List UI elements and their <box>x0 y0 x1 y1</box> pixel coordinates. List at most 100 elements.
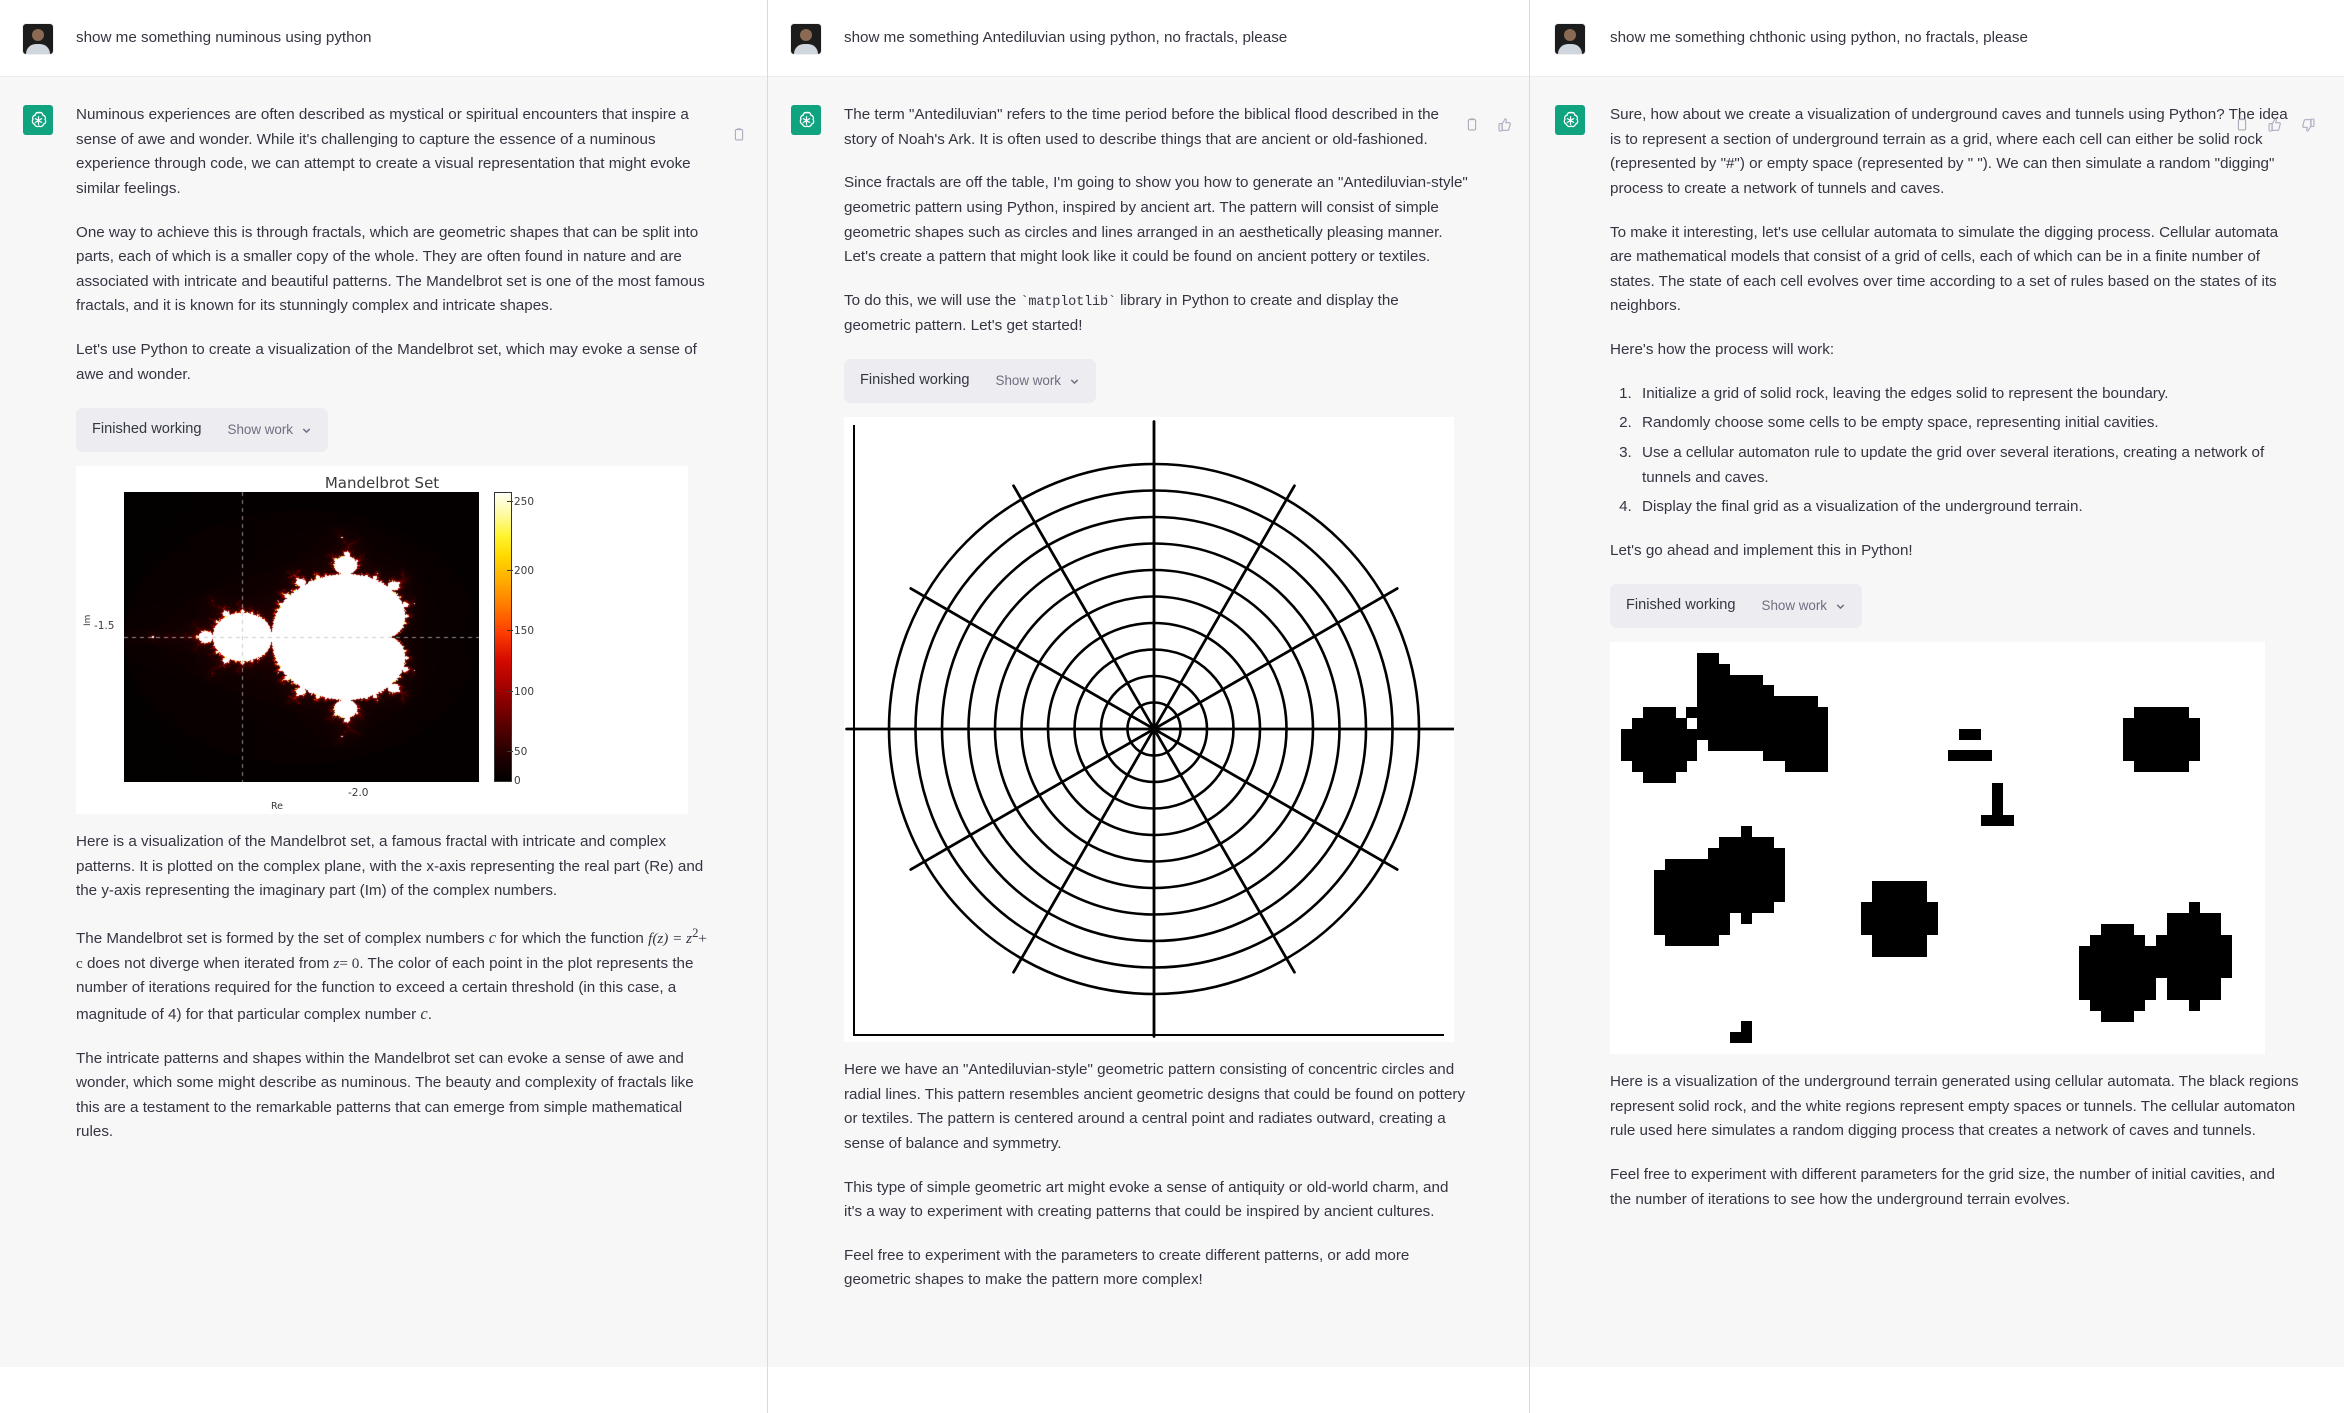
paragraph: Sure, how about we create a visualizatio… <box>1610 106 2288 197</box>
chevron-down-icon <box>1070 379 1079 384</box>
colorbar-tick: 50 <box>514 745 528 758</box>
message-actions <box>1464 117 1513 133</box>
show-work-label: Show work <box>227 422 294 438</box>
show-work-toggle[interactable]: Show work <box>996 370 1081 392</box>
y-axis-tick: -1.5 <box>94 619 115 632</box>
thumbs-up-icon[interactable] <box>1497 117 1513 133</box>
math-z-equals-zero: = 0 <box>339 954 360 972</box>
user-prompt-text: show me something Antediluvian using pyt… <box>844 29 1288 46</box>
list-item: Display the final grid as a visualizatio… <box>1636 495 2300 520</box>
colorbar-dash <box>507 629 513 631</box>
paragraph: Here is a visualization of the undergrou… <box>1610 1073 2299 1140</box>
assistant-message-body: The term "Antediluvian" refers to the ti… <box>844 103 1529 1337</box>
chevron-down-icon <box>302 427 311 433</box>
matplotlib-code-token: `matplotlib` <box>1020 294 1116 310</box>
colorbar-gradient <box>494 491 512 782</box>
paragraph: Here's how the process will work: <box>1610 341 1835 358</box>
paragraph: Let's go ahead and implement this in Pyt… <box>1610 541 1913 559</box>
tool-status-label: Finished working <box>92 421 202 438</box>
paragraph: Feel free to experiment with different p… <box>1610 1165 2275 1208</box>
paragraph: One way to achieve this is through fract… <box>76 223 705 315</box>
paragraph: The intricate patterns and shapes within… <box>76 1049 694 1141</box>
colorbar-dash <box>507 750 513 752</box>
polar-pattern-svg <box>844 417 1454 1043</box>
math-var-c: c <box>488 927 497 947</box>
antediluvian-pattern-figure <box>844 417 1454 1043</box>
openai-logo-icon <box>791 105 821 135</box>
assistant-avatar-slot <box>1530 103 1610 1337</box>
user-prompt-text: show me something numinous using python <box>76 29 372 46</box>
tool-status-label: Finished working <box>1626 597 1736 614</box>
assistant-message-body: Numinous experiences are often described… <box>76 103 767 1337</box>
three-column-comparison: show me something numinous using python … <box>0 0 2345 1413</box>
conversation-column-antediluvian: show me something Antediluvian using pyt… <box>768 0 1530 1413</box>
list-item: Initialize a grid of solid rock, leaving… <box>1636 382 2300 407</box>
user-avatar <box>23 24 53 54</box>
finished-working-widget[interactable]: Finished working Show work <box>1610 584 1863 629</box>
list-item: Use a cellular automaton rule to update … <box>1636 441 2300 490</box>
colorbar: 250 200 150 100 50 0 <box>494 491 534 787</box>
chevron-down-icon <box>1836 604 1845 609</box>
paragraph: Numinous experiences are often described… <box>76 106 691 197</box>
x-axis-label: Re <box>270 800 284 812</box>
user-avatar <box>791 24 821 54</box>
mandelbrot-plot-area <box>124 491 479 782</box>
assistant-avatar-slot <box>0 103 76 1337</box>
paragraph: This type of simple geometric art might … <box>844 1178 1449 1221</box>
list-item: Randomly choose some cells to be empty s… <box>1636 411 2300 436</box>
mandelbrot-figure: Mandelbrot Set Im -1.5 -2.0 Re 250 200 1… <box>76 465 688 814</box>
colorbar-tick: 150 <box>514 624 535 637</box>
user-avatar-slot <box>1530 22 1610 54</box>
show-work-toggle[interactable]: Show work <box>228 419 313 441</box>
paragraph: Here is a visualization of the Mandelbro… <box>76 832 704 900</box>
colorbar-tick: 100 <box>514 685 535 698</box>
assistant-avatar-slot <box>768 103 844 1337</box>
tool-status-label: Finished working <box>860 372 970 389</box>
paragraph: Since fractals are off the table, I'm go… <box>844 174 1468 266</box>
paragraph: To make it interesting, let's use cellul… <box>1610 223 2279 315</box>
conversation-column-chthonic: show me something chthonic using python,… <box>1530 0 2344 1413</box>
math-plus-c: + c <box>76 929 707 972</box>
show-work-toggle[interactable]: Show work <box>1762 595 1847 617</box>
paragraph-with-code: To do this, we will use the `matplotlib`… <box>844 289 1469 339</box>
paragraph: The term "Antediluvian" refers to the ti… <box>844 106 1439 148</box>
show-work-label: Show work <box>1761 598 1828 614</box>
assistant-turn: Numinous experiences are often described… <box>0 77 767 1367</box>
colorbar-dash <box>507 690 513 692</box>
finished-working-widget[interactable]: Finished working Show work <box>844 359 1097 404</box>
user-turn: show me something Antediluvian using pyt… <box>768 0 1529 77</box>
conversation-column-numinous: show me something numinous using python … <box>0 0 768 1413</box>
openai-logo-icon <box>1555 105 1585 135</box>
paragraph: Here we have an "Antediluvian-style" geo… <box>844 1061 1466 1152</box>
colorbar-tick: 200 <box>514 564 535 577</box>
user-turn: show me something chthonic using python,… <box>1530 0 2344 77</box>
copy-icon[interactable] <box>1464 117 1480 133</box>
paragraph: Let's use Python to create a visualizati… <box>76 341 697 383</box>
process-steps-list: Initialize a grid of solid rock, leaving… <box>1610 382 2300 520</box>
paragraph-with-math: The Mandelbrot set is formed by the set … <box>76 925 707 1023</box>
finished-working-widget[interactable]: Finished working Show work <box>76 408 329 452</box>
math-var-c2: c <box>420 1003 428 1023</box>
assistant-turn: The term "Antediluvian" refers to the ti… <box>768 77 1529 1367</box>
user-prompt-text: show me something chthonic using python,… <box>1610 29 2028 46</box>
openai-logo-icon <box>23 105 53 135</box>
assistant-message-body: Sure, how about we create a visualizatio… <box>1610 103 2344 1337</box>
user-avatar <box>1555 24 1585 54</box>
show-work-label: Show work <box>995 373 1062 389</box>
math-function: f(z) = z <box>648 929 693 947</box>
colorbar-tick: 250 <box>514 495 535 508</box>
colorbar-dash <box>507 569 513 571</box>
copy-icon[interactable] <box>731 127 747 143</box>
code-sentence-before: To do this, we will use the <box>844 291 1021 309</box>
user-avatar-slot <box>0 22 76 54</box>
user-turn: show me something numinous using python <box>0 0 767 77</box>
message-actions <box>2234 117 2316 133</box>
thumbs-down-icon[interactable] <box>2300 117 2316 133</box>
thumbs-up-icon[interactable] <box>2267 117 2283 133</box>
user-avatar-slot <box>768 22 844 54</box>
paragraph: Feel free to experiment with the paramet… <box>844 1246 1410 1289</box>
colorbar-dash <box>507 500 513 502</box>
copy-icon[interactable] <box>2234 117 2250 133</box>
message-actions <box>731 127 747 143</box>
colorbar-tick: 0 <box>514 774 521 787</box>
